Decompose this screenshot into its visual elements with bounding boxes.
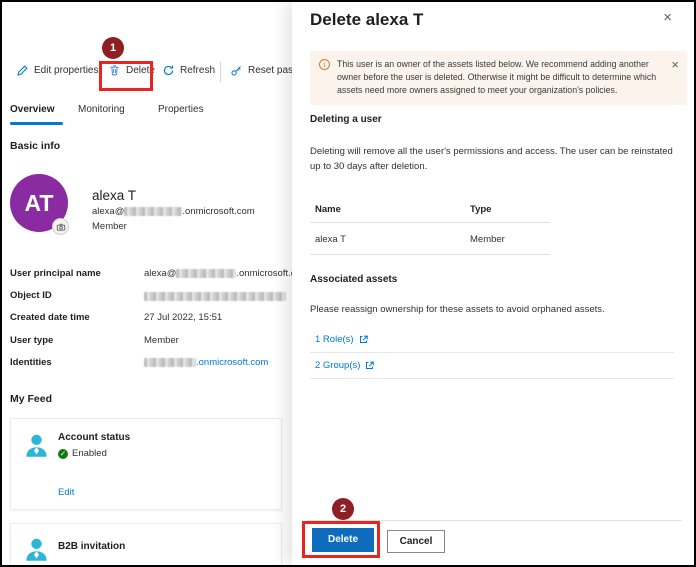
prop-label-created: Created date time	[10, 312, 90, 323]
user-display-name: alexa T	[92, 188, 137, 203]
prop-value-object-id	[144, 291, 286, 302]
refresh-label: Refresh	[180, 65, 216, 76]
upn-suffix: .onmicrosoft.com	[236, 268, 292, 279]
toolbar-divider	[220, 62, 221, 82]
reset-password-button[interactable]: Reset pass	[230, 64, 292, 77]
warning-banner: This user is an owner of the assets list…	[310, 51, 687, 105]
prop-label-object-id: Object ID	[10, 290, 52, 301]
enabled-check-icon	[58, 448, 68, 459]
table-cell-type: Member	[470, 234, 505, 245]
prop-label-user-type: User type	[10, 335, 54, 346]
person-icon	[23, 536, 50, 563]
step1-badge: 1	[102, 37, 124, 59]
roles-link[interactable]: 1 Role(s)	[310, 328, 674, 353]
prop-label-upn: User principal name	[10, 268, 101, 279]
redacted-object-id	[144, 291, 286, 301]
tab-properties[interactable]: Properties	[158, 104, 204, 115]
groups-link[interactable]: 2 Group(s)	[310, 354, 674, 379]
enabled-label: Enabled	[72, 448, 107, 459]
table-header-type: Type	[470, 204, 492, 215]
info-icon	[319, 59, 330, 70]
account-status-card: Account status Enabled Edit	[10, 418, 282, 510]
redacted-domain	[124, 206, 183, 216]
tab-overview[interactable]: Overview	[10, 104, 54, 115]
deleting-user-heading: Deleting a user	[310, 114, 382, 125]
refresh-icon	[162, 64, 175, 77]
reset-password-label: Reset pass	[248, 65, 292, 76]
delete-user-panel: Delete alexa T This user is an owner of …	[292, 2, 694, 565]
user-email-suffix: .onmicrosoft.com	[182, 206, 255, 217]
associated-assets-heading: Associated assets	[310, 274, 398, 285]
deleting-user-body: Deleting will remove all the user's perm…	[310, 146, 673, 173]
cancel-button[interactable]: Cancel	[387, 530, 445, 553]
prop-value-upn: alexa@ .onmicrosoft.com	[144, 268, 292, 279]
table-cell-name: alexa T	[315, 234, 346, 245]
table-divider	[310, 254, 550, 255]
edit-properties-label: Edit properties	[34, 65, 99, 76]
panel-title: Delete alexa T	[310, 10, 424, 29]
redacted-domain	[176, 268, 237, 278]
dismiss-banner-icon[interactable]	[671, 58, 679, 72]
account-status-value: Enabled	[58, 448, 107, 459]
refresh-button[interactable]: Refresh	[162, 64, 215, 77]
screenshot-frame: Edit properties Delete Refresh Reset pas…	[0, 0, 696, 567]
redacted-domain	[144, 357, 196, 367]
associated-assets-body: Please reassign ownership for these asse…	[310, 304, 605, 315]
active-tab-indicator	[10, 122, 63, 125]
my-feed-heading: My Feed	[10, 393, 53, 405]
upn-prefix: alexa@	[144, 268, 177, 279]
account-status-title: Account status	[58, 432, 131, 443]
groups-link-label: 2 Group(s)	[315, 360, 361, 371]
person-icon	[23, 432, 50, 459]
change-photo-button[interactable]	[52, 218, 69, 235]
user-role: Member	[92, 221, 127, 232]
roles-link-label: 1 Role(s)	[315, 334, 354, 345]
prop-label-identities: Identities	[10, 357, 52, 368]
table-header-name: Name	[315, 204, 341, 215]
pencil-icon	[16, 64, 29, 77]
highlight-box-step2	[302, 521, 380, 558]
b2b-invitation-card: B2B invitation	[10, 523, 282, 565]
avatar-initials: AT	[24, 189, 54, 216]
edit-properties-button[interactable]: Edit properties	[16, 64, 98, 77]
external-link-icon	[359, 335, 368, 344]
prop-value-created: 27 Jul 2022, 15:51	[144, 312, 223, 323]
warning-banner-text: This user is an owner of the assets list…	[337, 59, 657, 96]
basic-info-heading: Basic info	[10, 140, 61, 152]
highlight-box-step1	[99, 61, 153, 91]
step2-badge: 2	[332, 498, 354, 520]
prop-value-identities[interactable]: .onmicrosoft.com	[144, 357, 268, 368]
table-divider	[310, 222, 550, 223]
identities-link[interactable]: .onmicrosoft.com	[196, 357, 268, 368]
user-email-prefix: alexa@	[92, 206, 125, 217]
close-panel-icon[interactable]	[663, 11, 672, 25]
edit-account-status-link[interactable]: Edit	[58, 487, 74, 498]
external-link-icon	[365, 361, 375, 370]
tab-monitoring[interactable]: Monitoring	[78, 104, 125, 115]
camera-icon	[56, 222, 66, 232]
key-icon	[230, 64, 243, 77]
prop-value-user-type: Member	[144, 335, 179, 346]
user-email: alexa@ .onmicrosoft.com	[92, 206, 255, 217]
b2b-invitation-title: B2B invitation	[58, 541, 126, 552]
